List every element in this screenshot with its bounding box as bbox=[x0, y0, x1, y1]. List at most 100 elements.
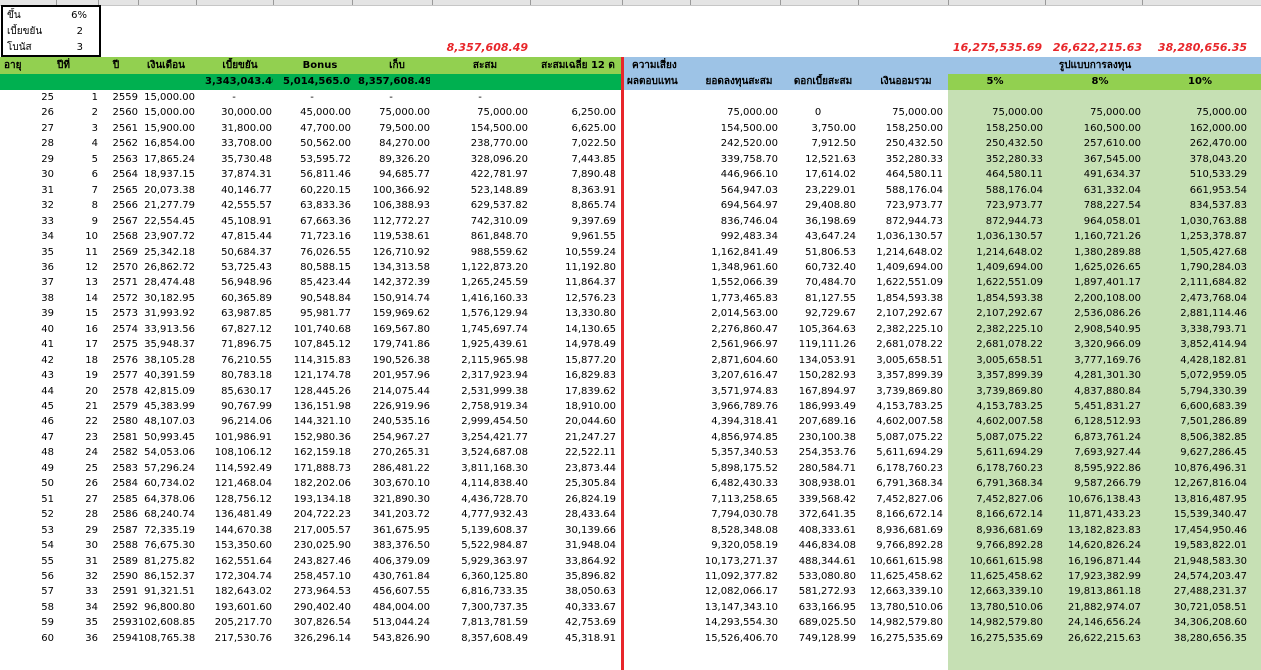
table-cell[interactable]: 12,663,339.10 bbox=[950, 584, 1043, 600]
table-cell[interactable]: 270,265.31 bbox=[352, 445, 430, 461]
table-cell[interactable]: 588,176.04 bbox=[950, 183, 1043, 199]
table-cell[interactable]: 16,275,535.69 bbox=[858, 631, 943, 647]
table-cell[interactable]: 2577 bbox=[98, 368, 138, 384]
table-cell[interactable]: 38,280,656.35 bbox=[1142, 631, 1247, 647]
table-cell[interactable]: 788,227.54 bbox=[1045, 198, 1141, 214]
table-cell[interactable]: 3,571,974.83 bbox=[690, 384, 778, 400]
table-cell[interactable]: 3 bbox=[56, 121, 98, 137]
table-cell[interactable]: 2570 bbox=[98, 260, 138, 276]
table-cell[interactable]: 10,661,615.98 bbox=[950, 554, 1043, 570]
table-cell[interactable]: 2574 bbox=[98, 322, 138, 338]
table-cell[interactable]: 326,296.14 bbox=[273, 631, 351, 647]
table-cell[interactable]: 169,567.80 bbox=[352, 322, 430, 338]
table-cell[interactable]: 16,829.83 bbox=[530, 368, 616, 384]
table-cell[interactable]: 8,936,681.69 bbox=[858, 523, 943, 539]
table-cell[interactable]: 36 bbox=[2, 260, 54, 276]
table-cell[interactable]: 20,073.38 bbox=[138, 183, 195, 199]
table-cell[interactable]: 10,559.24 bbox=[530, 245, 616, 261]
table-cell[interactable]: 430,761.84 bbox=[352, 569, 430, 585]
table-cell[interactable]: 2591 bbox=[98, 584, 138, 600]
table-cell[interactable]: 361,675.95 bbox=[352, 523, 430, 539]
spreadsheet[interactable]: ขึ้น 6% เบี้ยขยัน 2 โบนัส 3 8,357,608.49… bbox=[0, 0, 1261, 670]
table-cell[interactable]: 633,166.95 bbox=[780, 600, 856, 616]
table-cell[interactable]: 64,378.06 bbox=[138, 492, 195, 508]
table-cell[interactable]: 13 bbox=[56, 275, 98, 291]
table-cell[interactable]: 96,214.06 bbox=[196, 414, 272, 430]
header-return[interactable]: ผลตอบแทน bbox=[627, 74, 695, 90]
table-cell[interactable]: 3,777,169.76 bbox=[1045, 353, 1141, 369]
table-cell[interactable]: 243,827.46 bbox=[273, 554, 351, 570]
table-cell[interactable]: 121,468.04 bbox=[196, 476, 272, 492]
table-cell[interactable]: 30,721,058.51 bbox=[1142, 600, 1247, 616]
table-cell[interactable]: 11,625,458.62 bbox=[950, 569, 1043, 585]
table-cell[interactable]: 1,265,245.59 bbox=[432, 275, 528, 291]
table-cell[interactable]: 303,670.10 bbox=[352, 476, 430, 492]
table-cell[interactable]: 2580 bbox=[98, 414, 138, 430]
table-cell[interactable]: 2575 bbox=[98, 337, 138, 353]
table-cell[interactable]: 5,898,175.52 bbox=[690, 461, 778, 477]
table-cell[interactable]: 40 bbox=[2, 322, 54, 338]
table-cell[interactable]: 4,281,301.30 bbox=[1045, 368, 1141, 384]
table-cell[interactable]: 60,732.40 bbox=[780, 260, 856, 276]
table-cell[interactable]: 280,584.71 bbox=[780, 461, 856, 477]
table-cell[interactable]: 5 bbox=[56, 152, 98, 168]
table-cell[interactable]: 10,876,496.31 bbox=[1142, 461, 1247, 477]
table-cell[interactable]: 50,562.00 bbox=[273, 136, 351, 152]
table-cell[interactable]: 2594 bbox=[98, 631, 138, 647]
table-cell[interactable]: 2566 bbox=[98, 198, 138, 214]
table-cell[interactable]: 10,173,271.37 bbox=[690, 554, 778, 570]
table-cell[interactable]: 2590 bbox=[98, 569, 138, 585]
table-cell[interactable]: 836,746.04 bbox=[690, 214, 778, 230]
table-cell[interactable]: 14,130.65 bbox=[530, 322, 616, 338]
table-cell[interactable]: 190,526.38 bbox=[352, 353, 430, 369]
table-cell[interactable]: 21,247.27 bbox=[530, 430, 616, 446]
table-cell[interactable]: 9,627,286.45 bbox=[1142, 445, 1247, 461]
table-cell[interactable]: 40,333.67 bbox=[530, 600, 616, 616]
table-cell[interactable]: 254,967.27 bbox=[352, 430, 430, 446]
table-cell[interactable]: 154,500.00 bbox=[432, 121, 528, 137]
table-cell[interactable]: 80,783.18 bbox=[196, 368, 272, 384]
table-cell[interactable]: 1,625,026.65 bbox=[1045, 260, 1141, 276]
header-salary[interactable]: เงินเดือน bbox=[135, 58, 197, 74]
table-cell[interactable]: 3,524,687.08 bbox=[432, 445, 528, 461]
table-cell[interactable]: 2563 bbox=[98, 152, 138, 168]
table-cell[interactable]: 2,014,563.00 bbox=[690, 306, 778, 322]
table-cell[interactable]: 193,134.18 bbox=[273, 492, 351, 508]
table-cell[interactable]: 31,948.04 bbox=[530, 538, 616, 554]
table-cell[interactable]: 71,723.16 bbox=[273, 229, 351, 245]
table-cell[interactable]: 55 bbox=[2, 554, 54, 570]
table-cell[interactable]: 39 bbox=[2, 306, 54, 322]
table-cell[interactable]: 11,864.37 bbox=[530, 275, 616, 291]
table-cell[interactable] bbox=[858, 90, 943, 106]
table-cell[interactable]: 12,267,816.04 bbox=[1142, 476, 1247, 492]
table-cell[interactable]: 6,178,760.23 bbox=[858, 461, 943, 477]
table-cell[interactable]: 30 bbox=[2, 167, 54, 183]
table-cell[interactable]: 15,000.00 bbox=[138, 105, 195, 121]
table-cell[interactable]: 7,501,286.89 bbox=[1142, 414, 1247, 430]
table-cell[interactable]: 352,280.33 bbox=[858, 152, 943, 168]
table-cell[interactable]: 47,815.44 bbox=[196, 229, 272, 245]
table-cell[interactable] bbox=[1045, 90, 1141, 106]
table-cell[interactable]: 75,000.00 bbox=[1142, 105, 1247, 121]
table-cell[interactable]: 11,871,433.23 bbox=[1045, 507, 1141, 523]
table-cell[interactable]: 96,800.80 bbox=[138, 600, 195, 616]
table-cell[interactable]: 22,522.11 bbox=[530, 445, 616, 461]
table-cell[interactable]: 158,250.00 bbox=[950, 121, 1043, 137]
table-cell[interactable]: 134,053.91 bbox=[780, 353, 856, 369]
table-cell[interactable]: 20 bbox=[56, 384, 98, 400]
table-cell[interactable]: 1,030,763.88 bbox=[1142, 214, 1247, 230]
table-cell[interactable]: 1,773,465.83 bbox=[690, 291, 778, 307]
table-cell[interactable]: 75,000.00 bbox=[432, 105, 528, 121]
table-cell[interactable]: 154,500.00 bbox=[690, 121, 778, 137]
table-cell[interactable]: 11,625,458.62 bbox=[858, 569, 943, 585]
table-cell[interactable]: 2,531,999.38 bbox=[432, 384, 528, 400]
table-cell[interactable]: 510,533.29 bbox=[1142, 167, 1247, 183]
table-cell[interactable]: 7 bbox=[56, 183, 98, 199]
header-accum[interactable]: สะสม bbox=[440, 58, 530, 74]
table-cell[interactable]: 31,993.92 bbox=[138, 306, 195, 322]
table-cell[interactable]: 254,353.76 bbox=[780, 445, 856, 461]
table-cell[interactable]: 33 bbox=[56, 584, 98, 600]
table-cell[interactable]: 31,800.00 bbox=[196, 121, 272, 137]
table-cell[interactable]: 217,530.76 bbox=[196, 631, 272, 647]
table-cell[interactable]: 6,791,368.34 bbox=[950, 476, 1043, 492]
